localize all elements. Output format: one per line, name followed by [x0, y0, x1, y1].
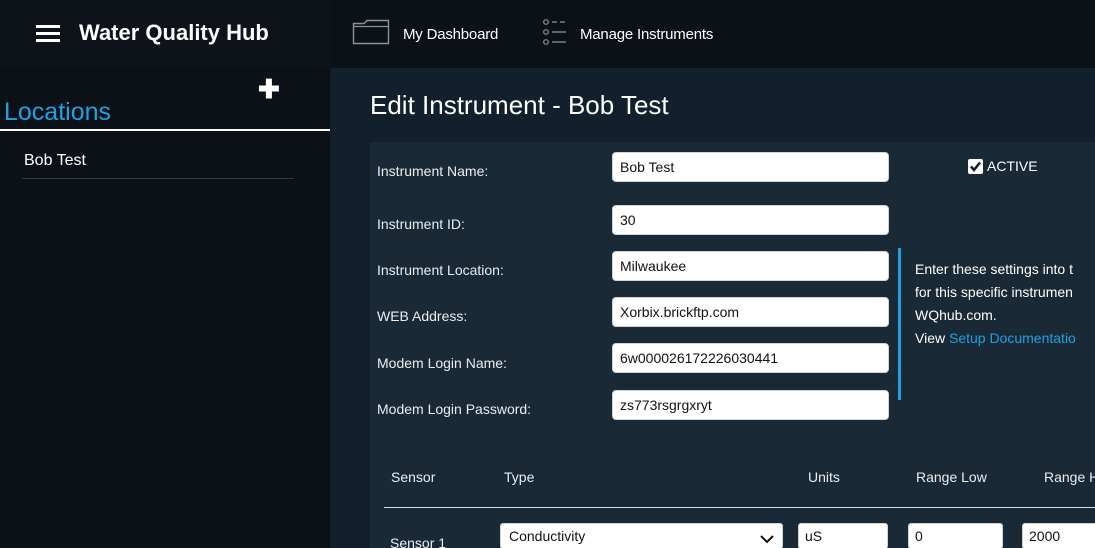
- header-units: Units: [808, 469, 840, 485]
- brand-area: Water Quality Hub: [0, 0, 330, 68]
- info-line-4: View Setup Documentatio: [915, 327, 1095, 350]
- list-icon: [543, 19, 567, 49]
- table-divider: [384, 507, 1095, 508]
- setup-documentation-link[interactable]: Setup Documentatio: [949, 330, 1076, 346]
- sensor-1-range-low-input[interactable]: [908, 523, 1003, 548]
- nav-manage-instruments[interactable]: Manage Instruments: [543, 0, 713, 68]
- locations-sidebar: ✚ Locations Bob Test: [0, 68, 330, 548]
- location-item-bob-test[interactable]: Bob Test: [24, 152, 86, 170]
- checkmark-icon: [968, 158, 983, 174]
- info-accent-bar: [898, 248, 901, 400]
- modem-login-password-label: Modem Login Password:: [377, 401, 532, 417]
- main-content: Edit Instrument - Bob Test Instrument Na…: [330, 68, 1095, 548]
- nav-my-dashboard-label: My Dashboard: [403, 25, 499, 43]
- view-prefix: View: [915, 330, 949, 346]
- app-title: Water Quality Hub: [79, 20, 269, 45]
- instrument-name-label: Instrument Name:: [377, 163, 489, 179]
- active-label: ACTIVE: [987, 158, 1038, 174]
- menu-icon[interactable]: [36, 25, 60, 43]
- sensor-1-range-high-input[interactable]: [1022, 523, 1095, 548]
- chevron-down-icon: [760, 531, 774, 547]
- active-checkbox[interactable]: ACTIVE: [968, 158, 1038, 174]
- instrument-name-input[interactable]: [612, 152, 889, 182]
- folder-icon: [352, 19, 390, 49]
- info-line-1: Enter these settings into t: [915, 261, 1073, 277]
- sensor-1-type-value: Conductivity: [509, 528, 586, 544]
- modem-login-password-input[interactable]: [612, 390, 889, 420]
- instrument-location-label: Instrument Location:: [377, 262, 504, 278]
- web-address-input[interactable]: [612, 297, 889, 327]
- sensor-1-type-select[interactable]: Conductivity: [500, 523, 783, 548]
- instrument-form: Instrument Name: Instrument ID: Instrume…: [370, 142, 1095, 548]
- web-address-label: WEB Address:: [377, 308, 468, 324]
- instrument-id-label: Instrument ID:: [377, 216, 465, 232]
- sensor-1-units-input[interactable]: [798, 523, 888, 548]
- top-bar: Water Quality Hub My Dashboard Manage In…: [0, 0, 1095, 68]
- app-window: Water Quality Hub My Dashboard Manage In…: [0, 0, 1095, 548]
- nav-my-dashboard[interactable]: My Dashboard: [352, 0, 498, 68]
- info-line-2: for this specific instrumen: [915, 284, 1073, 300]
- header-type: Type: [504, 469, 535, 485]
- locations-divider: [0, 129, 330, 131]
- modem-login-name-label: Modem Login Name:: [377, 355, 507, 371]
- header-range-low: Range Low: [916, 469, 987, 485]
- plus-icon[interactable]: ✚: [258, 76, 280, 102]
- header-range-high: Range H: [1044, 469, 1095, 485]
- info-line-3: WQhub.com.: [915, 307, 997, 323]
- instrument-location-input[interactable]: [612, 251, 889, 281]
- modem-login-name-input[interactable]: [612, 343, 889, 373]
- page-title: Edit Instrument - Bob Test: [370, 90, 669, 120]
- header-sensor: Sensor: [391, 469, 436, 485]
- sensor-1-label: Sensor 1: [390, 535, 447, 548]
- instrument-id-input[interactable]: [612, 205, 889, 235]
- location-divider: [22, 178, 294, 179]
- nav-manage-instruments-label: Manage Instruments: [580, 25, 714, 43]
- locations-heading: Locations: [4, 98, 112, 126]
- setup-info: Enter these settings into t for this spe…: [915, 258, 1095, 350]
